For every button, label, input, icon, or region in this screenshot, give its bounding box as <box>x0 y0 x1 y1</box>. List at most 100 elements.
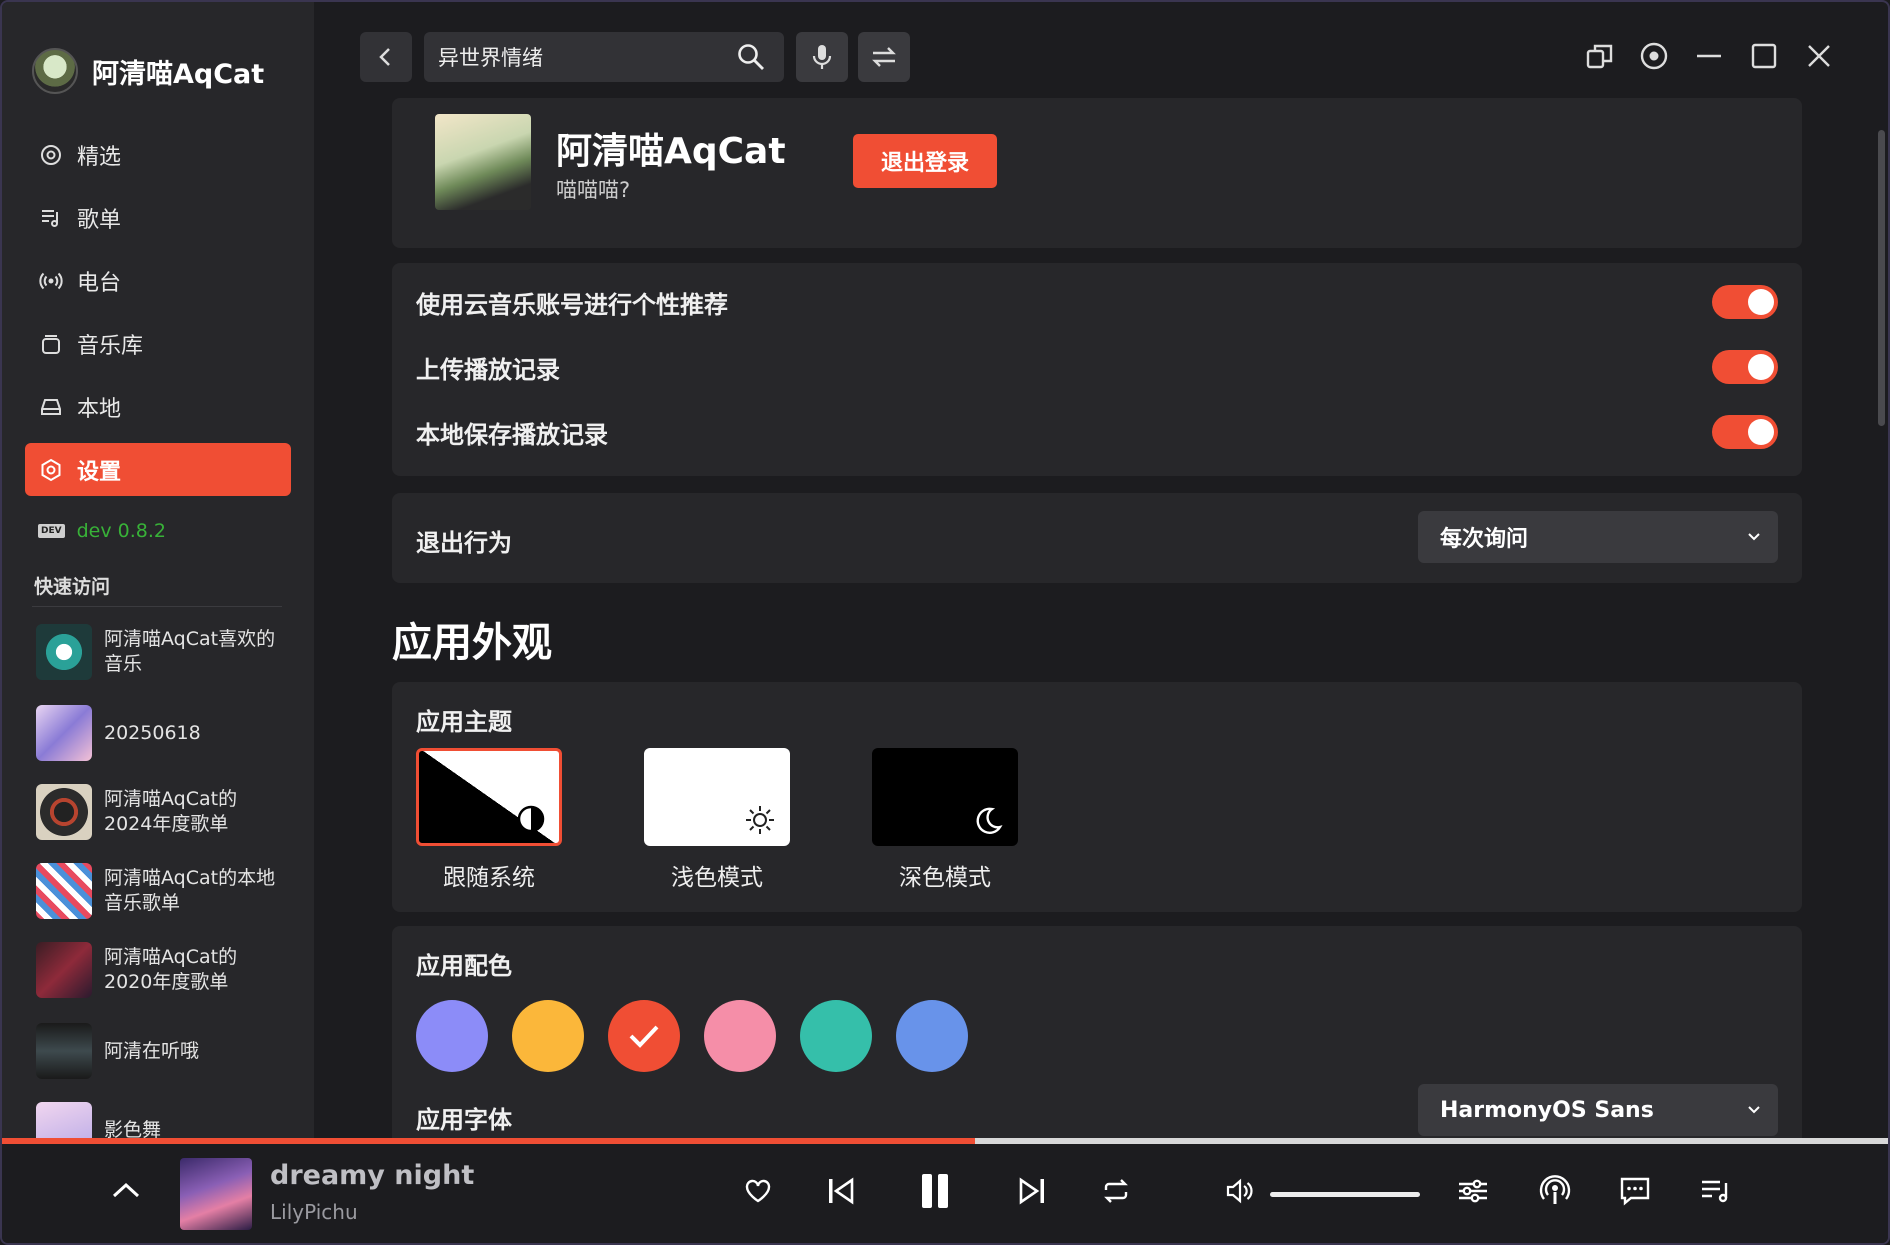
playlist-name: 阿清在听哦 <box>104 1039 200 1062</box>
playlist-name: 阿清喵AqCat的2024年度歌单 <box>104 788 238 835</box>
search-input[interactable] <box>438 43 728 71</box>
maximize-button[interactable] <box>1744 36 1784 76</box>
playlist-cover <box>36 1023 92 1079</box>
queue-button[interactable] <box>1691 1166 1741 1216</box>
quick-access-item[interactable]: 阿清喵AqCat的本地音乐歌单 <box>36 863 306 919</box>
sidebar-item-playlists[interactable]: 歌单 <box>25 191 291 244</box>
version-info: DEV dev 0.8.2 <box>38 520 166 542</box>
skip-previous-icon <box>829 1177 854 1205</box>
sidebar-item-label: 歌单 <box>77 207 122 233</box>
upload-history-toggle[interactable] <box>1712 350 1778 384</box>
like-button[interactable] <box>733 1166 783 1216</box>
color-swatch-0[interactable] <box>416 1000 488 1072</box>
profile-subtitle: 喵喵喵? <box>556 178 631 202</box>
repeat-icon <box>1104 1179 1128 1203</box>
chevron-down-icon <box>1748 533 1760 541</box>
search-box[interactable] <box>424 32 784 82</box>
sidebar-nav: 精选 歌单 电台 音乐库 本地 设置 <box>25 128 291 506</box>
compass-icon <box>39 143 63 167</box>
minimize-button[interactable] <box>1689 36 1729 76</box>
skip-next-icon <box>1019 1177 1044 1205</box>
quick-access-item[interactable]: 阿清喵AqCat的2024年度歌单 <box>36 784 306 840</box>
playlist-icon <box>39 206 63 230</box>
lyrics-button[interactable] <box>1610 1166 1660 1216</box>
playlist-name: 阿清喵AqCat喜欢的音乐 <box>104 628 276 675</box>
song-artist[interactable]: LilyPichu <box>270 1200 358 1224</box>
close-button[interactable] <box>1799 36 1839 76</box>
album-cover[interactable] <box>180 1158 252 1230</box>
previous-button[interactable] <box>815 1166 865 1216</box>
dev-badge: DEV <box>38 524 65 538</box>
playlist-cover <box>36 784 92 840</box>
theme-option-dark[interactable]: 深色模式 <box>872 748 1018 892</box>
theme-label: 浅色模式 <box>671 865 763 891</box>
theme-card: 应用主题 跟随系统 浅色模式 深色模式 <box>392 682 1802 912</box>
setting-label: 上传播放记录 <box>416 355 560 384</box>
search-icon[interactable] <box>736 42 766 76</box>
exit-behavior-select[interactable]: 每次询问 <box>1418 511 1778 563</box>
sidebar-item-library[interactable]: 音乐库 <box>25 317 291 370</box>
check-icon <box>629 1025 659 1048</box>
quick-access-item[interactable]: 20250618 <box>36 705 306 761</box>
color-swatch-3[interactable] <box>704 1000 776 1072</box>
equalizer-button[interactable] <box>1448 1166 1498 1216</box>
back-button[interactable] <box>360 32 412 82</box>
select-value: 每次询问 <box>1440 527 1529 552</box>
quick-access-item[interactable]: 阿清在听哦 <box>36 1023 306 1079</box>
volume-icon <box>1226 1178 1253 1204</box>
sidebar-item-local[interactable]: 本地 <box>25 380 291 433</box>
quick-access-item[interactable]: 阿清喵AqCat喜欢的音乐 <box>36 624 306 680</box>
volume-button[interactable] <box>1215 1166 1265 1216</box>
song-title[interactable]: dreamy night <box>270 1160 474 1191</box>
sidebar-item-label: 设置 <box>77 459 122 485</box>
color-swatch-2[interactable] <box>608 1000 680 1072</box>
exit-behavior-card: 退出行为 每次询问 <box>392 493 1802 583</box>
next-button[interactable] <box>1008 1166 1058 1216</box>
theme-preview <box>872 748 1018 846</box>
target-icon <box>1640 42 1668 70</box>
font-title: 应用字体 <box>416 1106 512 1134</box>
expand-player-button[interactable] <box>106 1170 146 1210</box>
sidebar-item-featured[interactable]: 精选 <box>25 128 291 181</box>
color-swatch-1[interactable] <box>512 1000 584 1072</box>
sidebar-item-label: 本地 <box>77 396 122 422</box>
playlist-cover <box>36 863 92 919</box>
theme-option-system[interactable]: 跟随系统 <box>416 748 562 892</box>
sidebar-item-radio[interactable]: 电台 <box>25 254 291 307</box>
pause-icon <box>922 1174 948 1208</box>
setting-row: 上传播放记录 <box>416 347 1778 387</box>
repeat-button[interactable] <box>1091 1166 1141 1216</box>
setting-row: 使用云音乐账号进行个性推荐 <box>416 282 1778 322</box>
local-history-toggle[interactable] <box>1712 415 1778 449</box>
recommend-toggle[interactable] <box>1712 285 1778 319</box>
maximize-icon <box>1751 43 1777 69</box>
version-text: dev 0.8.2 <box>76 520 166 542</box>
logout-button[interactable]: 退出登录 <box>853 134 997 188</box>
sidebar-item-settings[interactable]: 设置 <box>25 443 291 496</box>
volume-slider[interactable] <box>1270 1192 1420 1197</box>
theme-option-light[interactable]: 浅色模式 <box>644 748 790 892</box>
scrollbar-thumb[interactable] <box>1878 130 1885 426</box>
color-swatch-5[interactable] <box>896 1000 968 1072</box>
chevron-down-icon <box>1748 1106 1760 1114</box>
moon-icon <box>976 807 1003 834</box>
playlist-icon <box>1702 1180 1728 1203</box>
pause-button[interactable] <box>910 1166 960 1216</box>
quick-access-item[interactable]: 阿清喵AqCat的2020年度歌单 <box>36 942 306 998</box>
theme-label: 深色模式 <box>899 865 991 891</box>
brand[interactable]: 阿清喵AqCat <box>32 48 264 94</box>
voice-search-button[interactable] <box>796 32 848 82</box>
brand-name: 阿清喵AqCat <box>92 58 265 90</box>
minimize-icon <box>1697 54 1721 58</box>
cast-button[interactable] <box>1530 1166 1580 1216</box>
brand-avatar <box>32 48 78 94</box>
quick-access-title: 快速访问 <box>34 576 111 598</box>
theme-title: 应用主题 <box>416 708 512 736</box>
mini-mode-button[interactable] <box>1580 36 1620 76</box>
divider <box>32 606 282 607</box>
select-value: HarmonyOS Sans <box>1440 1097 1654 1123</box>
record-button[interactable] <box>1634 36 1674 76</box>
color-swatch-4[interactable] <box>800 1000 872 1072</box>
font-select[interactable]: HarmonyOS Sans <box>1418 1084 1778 1136</box>
switch-button[interactable] <box>858 32 910 82</box>
